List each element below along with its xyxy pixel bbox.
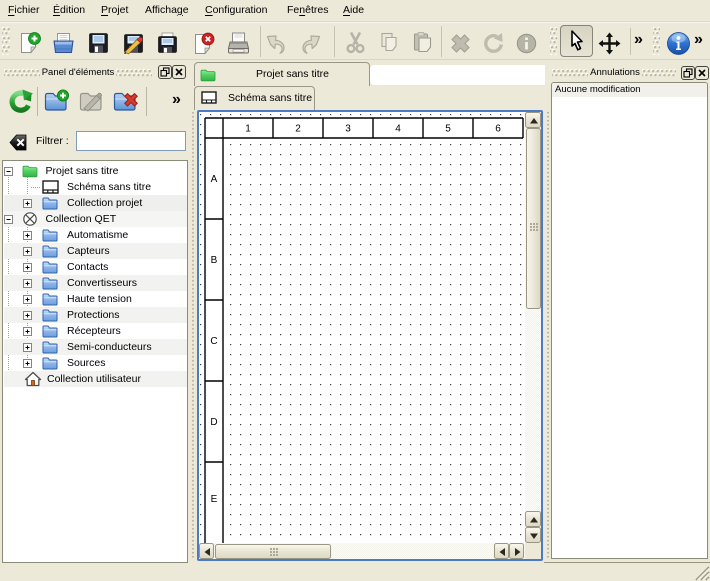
svg-text:C: C [210, 336, 217, 347]
svg-text:B: B [211, 255, 218, 266]
svg-text:1: 1 [245, 124, 251, 135]
svg-text:E: E [211, 494, 218, 505]
svg-text:4: 4 [395, 124, 401, 135]
svg-text:A: A [211, 174, 218, 185]
svg-text:D: D [210, 417, 217, 428]
svg-text:2: 2 [295, 124, 301, 135]
svg-text:6: 6 [495, 124, 501, 135]
svg-text:5: 5 [445, 124, 451, 135]
svg-text:3: 3 [345, 124, 351, 135]
